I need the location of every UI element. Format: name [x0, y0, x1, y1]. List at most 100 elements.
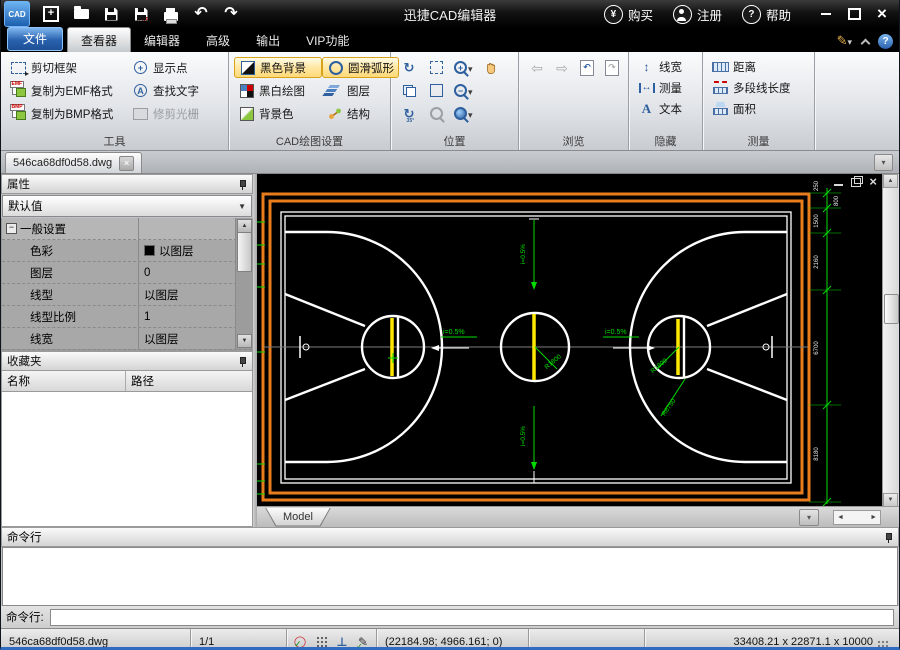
- collapse-ribbon-button[interactable]: [861, 37, 869, 45]
- zoom-scale-button[interactable]: [454, 105, 473, 123]
- undo-button[interactable]: ↶: [186, 1, 216, 27]
- register-button[interactable]: 注册: [665, 1, 730, 27]
- zoom-in-button[interactable]: [454, 59, 473, 77]
- hide-linewidth-button[interactable]: 线宽: [634, 56, 697, 77]
- black-background-button[interactable]: 黑色背景: [234, 57, 322, 78]
- trim-raster-button[interactable]: 修剪光栅: [128, 103, 223, 124]
- layers-button[interactable]: 图层: [322, 80, 399, 101]
- property-row-linetype-scale[interactable]: 线型比例 1: [2, 306, 252, 328]
- polyline-length-button[interactable]: 多段线长度: [708, 77, 809, 98]
- favorites-list[interactable]: [1, 392, 253, 527]
- resize-grip[interactable]: [877, 640, 889, 650]
- zoom-scale-caret[interactable]: [468, 105, 473, 123]
- favorites-col-name[interactable]: 名称: [2, 371, 126, 391]
- command-input[interactable]: [50, 609, 894, 626]
- forward-button[interactable]: ⇨: [553, 59, 571, 77]
- scroll-thumb[interactable]: [237, 232, 252, 272]
- tab-editor[interactable]: 编辑器: [131, 28, 193, 52]
- preset-dropdown[interactable]: 默认值: [2, 195, 252, 217]
- properties-pin-icon[interactable]: [238, 179, 247, 190]
- find-text-button[interactable]: 查找文字: [128, 80, 223, 101]
- layout-dropdown-button[interactable]: [799, 509, 819, 526]
- scroll-left-icon[interactable]: ◄: [837, 514, 844, 521]
- ribbon-help-button[interactable]: [878, 34, 893, 49]
- zoom-out-caret[interactable]: [468, 82, 473, 100]
- minimize-button[interactable]: [813, 3, 839, 25]
- copy-bmp-button[interactable]: BMP 复制为BMP格式: [6, 103, 128, 124]
- area-button[interactable]: 面积: [708, 98, 809, 119]
- scroll-down-icon[interactable]: ▼: [883, 493, 898, 507]
- model-tab[interactable]: Model: [265, 508, 331, 527]
- previous-view-button[interactable]: ↶: [578, 59, 596, 77]
- canvas-horizontal-scrollbar[interactable]: ◄ ►: [833, 510, 881, 525]
- zoom-out-icon: [454, 84, 467, 97]
- ortho-icon[interactable]: [335, 635, 349, 649]
- show-points-icon: [132, 60, 149, 76]
- distance-button[interactable]: 距离: [708, 56, 809, 77]
- copy-emf-button[interactable]: EMF 复制为EMF格式: [6, 80, 128, 101]
- save-as-pdf-button[interactable]: PDF: [126, 1, 156, 27]
- drawing-viewport[interactable]: i=0.5% i=0.5% i=0.5% i=0.5% R1800 R1800 …: [257, 174, 899, 527]
- property-group-row[interactable]: 一般设置: [2, 218, 252, 240]
- canvas-vertical-scrollbar[interactable]: ▲ ▼: [882, 174, 899, 507]
- back-button[interactable]: ⇦: [528, 59, 546, 77]
- hide-measure-button[interactable]: 测量: [634, 77, 697, 98]
- scroll-up-icon[interactable]: ▲: [237, 219, 252, 233]
- save-button[interactable]: [96, 1, 126, 27]
- zoom-window-button[interactable]: [427, 59, 445, 77]
- property-row-layer[interactable]: 图层 0: [2, 262, 252, 284]
- new-file-button[interactable]: [36, 1, 66, 27]
- rotate-view-button[interactable]: ↻: [400, 59, 418, 77]
- quick-edit-button[interactable]: [837, 32, 852, 50]
- favorites-col-path[interactable]: 路径: [126, 371, 252, 391]
- grid-icon[interactable]: [314, 635, 328, 649]
- open-file-button[interactable]: [66, 1, 96, 27]
- osnap-icon[interactable]: [293, 635, 307, 649]
- scroll-thumb[interactable]: [884, 294, 899, 324]
- zoom-out-button[interactable]: [454, 82, 473, 100]
- scroll-up-icon[interactable]: ▲: [883, 174, 898, 188]
- buy-button[interactable]: 购买: [596, 1, 661, 27]
- rotate-angle-button[interactable]: ↻: [400, 105, 418, 123]
- close-button[interactable]: [869, 3, 895, 25]
- property-grid-scrollbar[interactable]: ▲ ▼: [235, 218, 252, 349]
- mdi-minimize-icon[interactable]: [834, 184, 843, 186]
- document-tab[interactable]: 546ca68df0d58.dwg: [5, 152, 142, 173]
- draft-icon[interactable]: [356, 635, 370, 649]
- copy-view-button[interactable]: [400, 82, 418, 100]
- command-output[interactable]: [2, 547, 898, 606]
- smooth-arc-button[interactable]: 圆滑弧形: [322, 57, 399, 78]
- cut-frame-button[interactable]: 剪切框架: [6, 57, 128, 78]
- print-button[interactable]: [156, 1, 186, 27]
- tab-list-dropdown-button[interactable]: [874, 154, 893, 171]
- redo-button[interactable]: ↷: [216, 1, 246, 27]
- zoom-extents-button[interactable]: [427, 82, 445, 100]
- hide-text-button[interactable]: 文本: [634, 98, 697, 119]
- zoom-previous-button[interactable]: [427, 105, 445, 123]
- property-row-color[interactable]: 色彩 以图层: [2, 240, 252, 262]
- scroll-right-icon[interactable]: ►: [870, 514, 877, 521]
- background-color-button[interactable]: 背景色: [234, 103, 322, 124]
- command-pin-icon[interactable]: [884, 532, 893, 543]
- structure-button[interactable]: 结构: [322, 103, 399, 124]
- tab-advanced[interactable]: 高级: [193, 28, 243, 52]
- tab-output[interactable]: 输出: [243, 28, 293, 52]
- zoom-in-caret[interactable]: [468, 59, 473, 77]
- property-row-linetype[interactable]: 线型 以图层: [2, 284, 252, 306]
- maximize-button[interactable]: [841, 3, 867, 25]
- pan-button[interactable]: [482, 59, 500, 77]
- mdi-restore-icon[interactable]: [851, 178, 861, 187]
- tab-viewer[interactable]: 查看器: [67, 27, 131, 52]
- scroll-down-icon[interactable]: ▼: [237, 334, 252, 348]
- next-view-button[interactable]: ↷: [603, 59, 621, 77]
- mdi-close-icon[interactable]: [869, 177, 877, 187]
- bw-drawing-button[interactable]: 黑白绘图: [234, 80, 322, 101]
- collapse-group-icon[interactable]: [6, 223, 17, 234]
- help-button[interactable]: 帮助: [734, 1, 799, 27]
- file-menu-button[interactable]: 文件: [7, 27, 63, 51]
- property-row-lineweight[interactable]: 线宽 以图层: [2, 328, 252, 350]
- tab-vip[interactable]: VIP功能: [293, 28, 362, 52]
- show-points-button[interactable]: 显示点: [128, 57, 223, 78]
- document-tab-close-button[interactable]: [119, 156, 134, 171]
- favorites-pin-icon[interactable]: [238, 356, 247, 367]
